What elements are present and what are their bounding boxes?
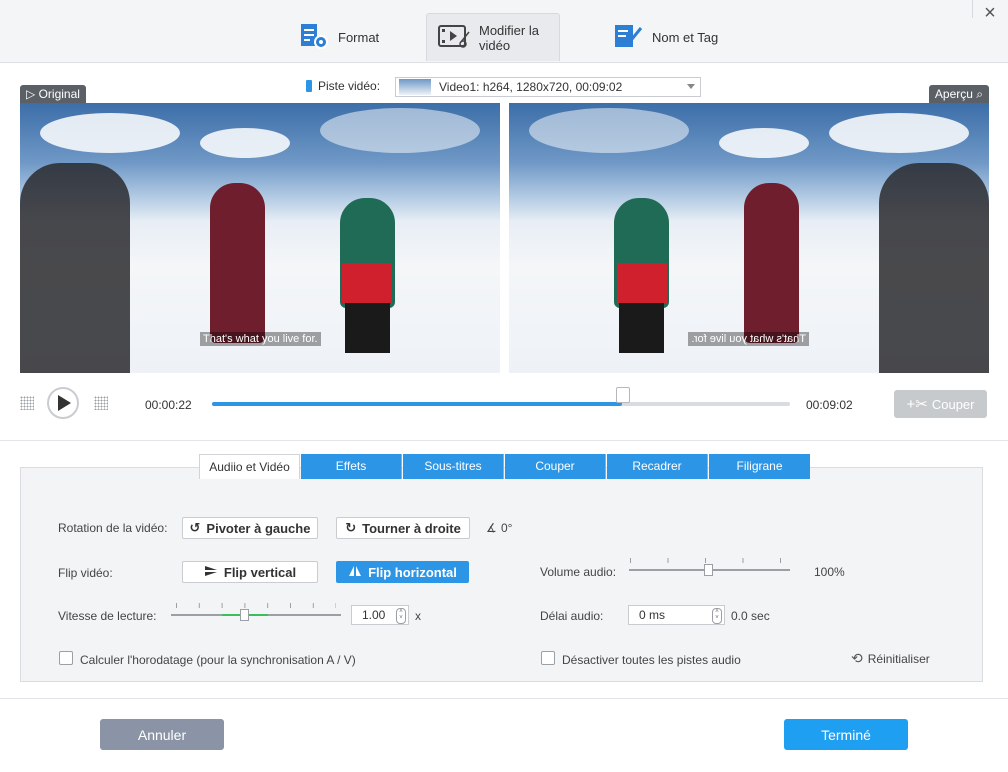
reset-label: Réinitialiser — [867, 651, 930, 666]
rotate-right-icon: ↻ — [345, 520, 357, 535]
flip-horizontal-icon — [348, 565, 362, 580]
reset-icon: ⟲ — [851, 650, 863, 666]
tab-effets[interactable]: Effets — [301, 454, 402, 479]
skier-red-figure — [210, 183, 265, 343]
delay-label: Délai audio: — [540, 609, 604, 623]
tab-filigrane[interactable]: Filigrane — [709, 454, 810, 479]
frame-back-icon[interactable] — [20, 396, 34, 410]
flip-horizontal-button[interactable]: Flip horizontal — [336, 561, 469, 583]
footer-divider — [0, 698, 1008, 699]
speed-ticks — [176, 603, 336, 608]
flip-vertical-button[interactable]: Flip vertical — [182, 561, 318, 583]
tab-modifier-video-label: Modifier la vidéo — [479, 22, 539, 53]
original-label: Original — [38, 87, 80, 101]
flip-vertical-icon — [204, 565, 218, 580]
flip-horizontal-label: Flip horizontal — [368, 564, 457, 580]
cancel-button[interactable]: Annuler — [100, 719, 224, 750]
apercu-tag[interactable]: Aperçu ⌕ — [928, 85, 989, 103]
angle-icon: ∡ — [486, 521, 497, 535]
tab-nom-et-tag[interactable]: Nom et Tag — [602, 13, 732, 61]
close-separator — [972, 0, 973, 18]
tab-format-label: Format — [338, 29, 380, 45]
video-thumbnail — [399, 79, 431, 95]
preview-video: That's what you live for. — [509, 103, 989, 373]
close-icon[interactable]: × — [980, 3, 1000, 24]
tab-modifier-video[interactable]: Modifier la vidéo — [426, 13, 560, 61]
rotate-left-button[interactable]: ↺ Pivoter à gauche — [182, 517, 318, 539]
original-tag: ▷ Original — [20, 85, 86, 103]
flip-label: Flip vidéo: — [58, 566, 113, 580]
subtitle-original: That's what you live for. — [200, 332, 321, 346]
disable-audio-label: Désactiver toutes les pistes audio — [562, 653, 741, 667]
tab-sous-titres[interactable]: Sous-titres — [403, 454, 504, 479]
delay-value: 0 ms — [639, 608, 666, 622]
speed-label: Vitesse de lecture: — [58, 609, 157, 623]
video-track-dropdown[interactable]: Video1: h264, 1280x720, 00:09:02 — [395, 77, 701, 97]
camera-person-figure — [20, 163, 130, 373]
video-edit-icon — [437, 22, 471, 53]
video-track-icon — [306, 80, 312, 92]
scissors-plus-icon: +✂ — [906, 396, 928, 413]
rotate-right-button[interactable]: ↻ Tourner à droite — [336, 517, 470, 539]
done-button[interactable]: Terminé — [784, 719, 908, 750]
cut-button-label: Couper — [931, 396, 975, 412]
disable-audio-checkbox[interactable] — [541, 651, 555, 665]
progress-fill — [212, 402, 623, 406]
frame-forward-icon[interactable] — [94, 396, 108, 410]
play-icon — [58, 395, 71, 411]
timestamp-label: Calculer l'horodatage (pour la synchroni… — [80, 653, 356, 667]
rotate-left-icon: ↺ — [189, 520, 201, 535]
total-time: 00:09:02 — [806, 398, 853, 412]
speed-unit: x — [415, 609, 421, 623]
volume-label: Volume audio: — [540, 565, 617, 579]
rotate-right-label: Tourner à droite — [362, 520, 461, 536]
chevron-down-icon — [687, 84, 695, 89]
video-track-label: Piste vidéo: — [318, 79, 381, 93]
delay-input[interactable]: 0 ms ˄ ˅ — [628, 605, 725, 625]
video-track-value: Video1: h264, 1280x720, 00:09:02 — [439, 80, 623, 94]
timestamp-checkbox[interactable] — [59, 651, 73, 665]
speed-value: 1.00 — [362, 608, 386, 622]
rotate-left-label: Pivoter à gauche — [206, 520, 311, 536]
divider — [0, 440, 1008, 441]
angle-value: 0° — [501, 521, 513, 535]
volume-value: 100% — [814, 565, 845, 579]
play-button[interactable] — [47, 387, 79, 419]
volume-ticks — [630, 558, 784, 563]
tag-edit-icon — [612, 22, 644, 53]
volume-thumb[interactable] — [704, 564, 713, 576]
play-small-icon: ▷ — [26, 87, 36, 101]
video-frame-scene: That's what you live for. — [20, 103, 500, 373]
flip-vertical-label: Flip vertical — [223, 564, 297, 580]
stepper-icon[interactable]: ˄ ˅ — [396, 608, 406, 624]
original-video: That's what you live for. — [20, 103, 500, 373]
progress-thumb[interactable] — [616, 387, 631, 403]
cut-button[interactable]: +✂ Couper — [894, 390, 987, 418]
stepper-icon[interactable]: ˄ ˅ — [712, 608, 722, 624]
apercu-label: Aperçu — [934, 87, 973, 101]
video-frame-scene-flipped: That's what you live for. — [509, 103, 989, 373]
video-track-selector-row: Piste vidéo: — [306, 79, 380, 93]
tab-couper[interactable]: Couper — [505, 454, 606, 479]
tab-nom-et-tag-label: Nom et Tag — [652, 29, 719, 45]
reset-button[interactable]: ⟲ Réinitialiser — [851, 650, 930, 667]
tab-recadrer[interactable]: Recadrer — [607, 454, 708, 479]
format-settings-icon — [298, 22, 330, 53]
speed-thumb[interactable] — [240, 609, 249, 621]
tab-format[interactable]: Format — [288, 13, 388, 61]
rotation-label: Rotation de la vidéo: — [58, 521, 168, 535]
speed-input[interactable]: 1.00 ˄ ˅ — [351, 605, 409, 625]
magnifier-icon: ⌕ — [976, 87, 983, 101]
delay-sec: 0.0 sec — [731, 609, 770, 623]
tab-audio-video[interactable]: Audiio et Vidéo — [199, 454, 300, 479]
subtitle-preview: That's what you live for. — [688, 332, 809, 346]
current-time: 00:00:22 — [145, 398, 192, 412]
